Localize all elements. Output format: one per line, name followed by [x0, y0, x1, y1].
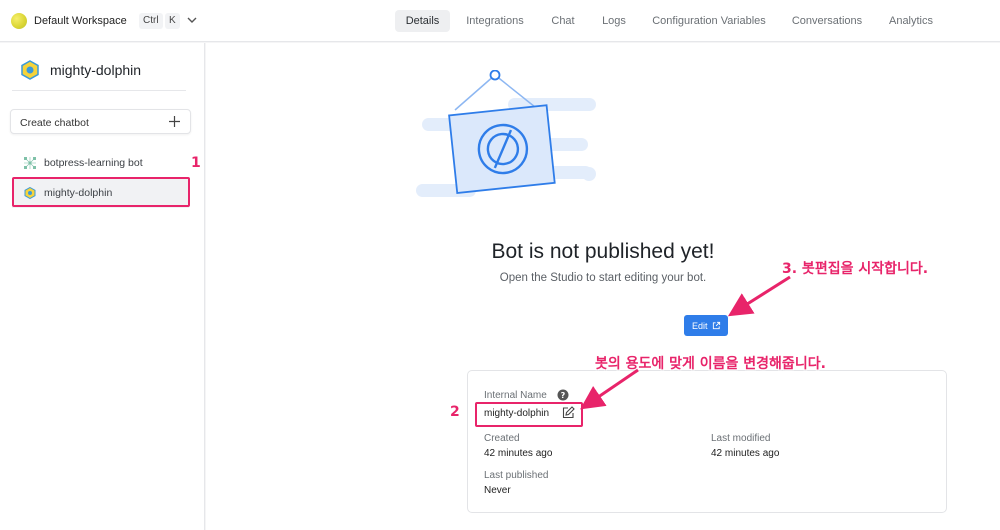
tab-conversations[interactable]: Conversations [786, 10, 868, 32]
sidebar: mighty-dolphin Create chatbot botpress-l… [0, 43, 205, 530]
sidebar-item-botpress-learning-bot[interactable]: botpress-learning bot [12, 148, 189, 178]
external-link-icon [712, 321, 721, 330]
svg-text:?: ? [561, 391, 566, 400]
last-published-label: Last published [484, 470, 549, 481]
internal-name-label: Internal Name [484, 390, 547, 401]
bot-hexagon-icon [21, 60, 39, 80]
annotation-number-1: 1 [191, 155, 201, 171]
tab-chat[interactable]: Chat [544, 10, 582, 32]
last-modified-value: 42 minutes ago [711, 448, 780, 459]
edit-label: Edit [692, 321, 708, 331]
last-published-value: Never [484, 485, 511, 496]
annotation-rename-text: 봇의 용도에 맞게 이름을 변경해줍니다. [595, 356, 826, 372]
top-bar: Default Workspace Ctrl K Details Integra… [0, 0, 1000, 42]
tab-analytics[interactable]: Analytics [882, 10, 940, 32]
edit-bot-button[interactable]: Edit [684, 315, 728, 336]
tab-bar: Details Integrations Chat Logs Configura… [0, 10, 1000, 32]
annotation-highlight-internal-name [475, 402, 583, 427]
help-icon[interactable]: ? [557, 389, 569, 401]
last-modified-label: Last modified [711, 433, 771, 444]
create-chatbot-button[interactable]: Create chatbot [10, 109, 191, 134]
created-label: Created [484, 433, 520, 444]
divider [12, 90, 186, 91]
grid-icon [24, 157, 36, 169]
tab-logs[interactable]: Logs [596, 10, 632, 32]
not-published-illustration [416, 70, 596, 197]
annotation-highlight-bot-item [12, 177, 190, 207]
created-value: 42 minutes ago [484, 448, 553, 459]
tab-integrations[interactable]: Integrations [459, 10, 531, 32]
create-chatbot-label: Create chatbot [20, 117, 89, 129]
sidebar-item-label: botpress-learning bot [44, 157, 143, 169]
plus-icon [169, 116, 180, 127]
annotation-number-2: 2 [450, 404, 460, 420]
tab-configuration-variables[interactable]: Configuration Variables [647, 10, 771, 32]
sidebar-bot-title: mighty-dolphin [50, 62, 142, 78]
annotation-step-3-text: 3. 봇편집을 시작합니다. [782, 261, 929, 277]
tab-details[interactable]: Details [395, 10, 450, 32]
